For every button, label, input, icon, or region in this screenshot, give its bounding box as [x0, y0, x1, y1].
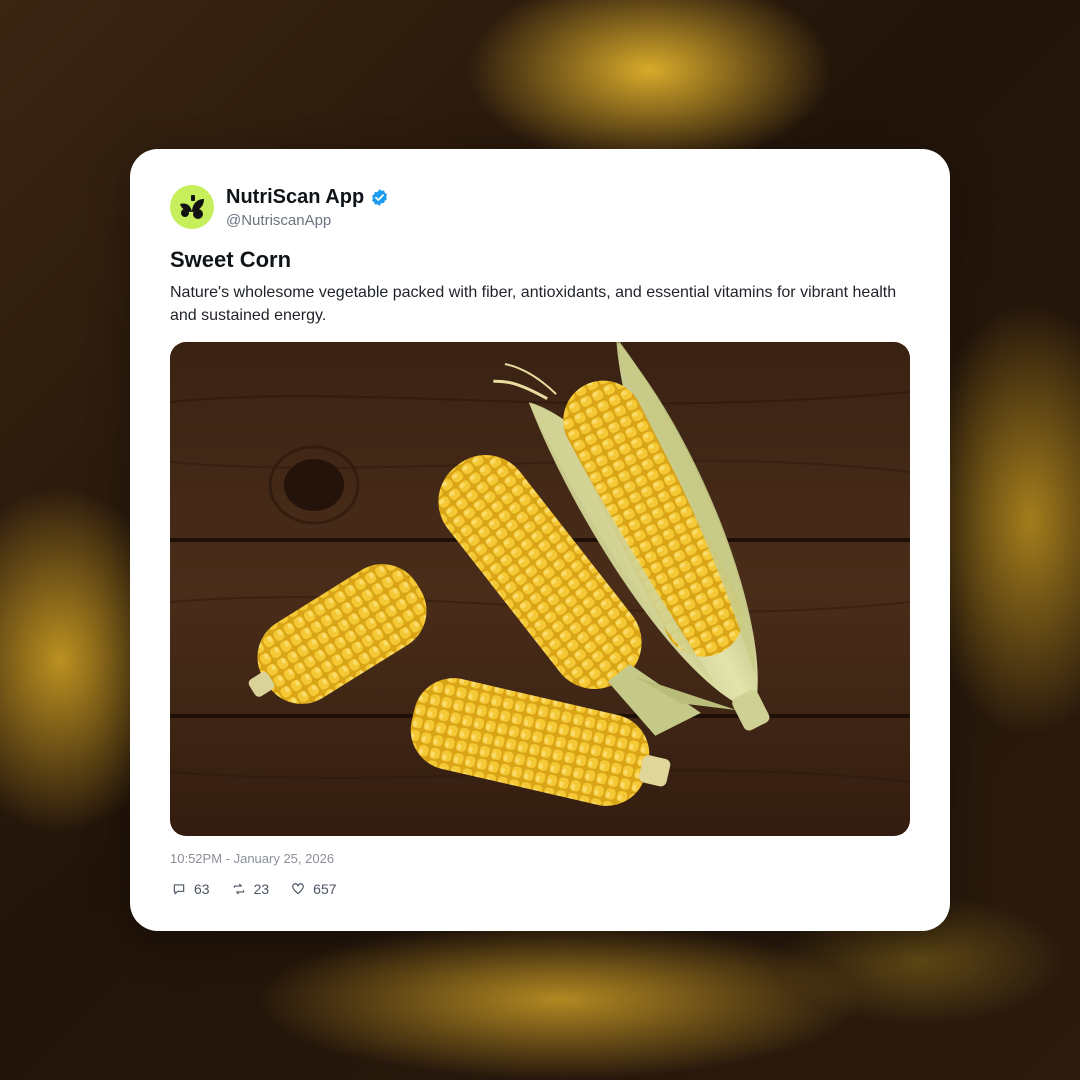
comment-icon — [173, 884, 185, 895]
repost-count: 23 — [253, 881, 270, 897]
like-count: 657 — [313, 881, 337, 897]
post-timestamp[interactable]: 10:52PM - January 25, 2026 — [170, 851, 334, 866]
name-row: NutriScan App — [226, 186, 389, 209]
post-title: Sweet Corn — [170, 247, 292, 272]
post-card: NutriScan App @NutriscanApp Sweet Corn N… — [130, 149, 950, 931]
heart-icon — [292, 883, 304, 895]
post-image[interactable] — [170, 342, 910, 836]
post-description: Nature's wholesome vegetable packed with… — [170, 284, 897, 324]
handle[interactable]: @NutriscanApp — [226, 212, 389, 229]
avatar[interactable] — [170, 185, 214, 229]
reply-count: 63 — [194, 881, 210, 897]
reply-button[interactable]: 63 — [172, 881, 210, 897]
engagement-bar: 63 23 657 — [172, 881, 359, 897]
post-header: NutriScan App @NutriscanApp — [170, 185, 389, 229]
display-name[interactable]: NutriScan App — [226, 186, 364, 209]
nutriscan-logo-icon — [180, 195, 204, 219]
repost-button[interactable]: 23 — [232, 881, 270, 897]
verified-badge-icon — [370, 188, 389, 207]
repost-icon — [233, 883, 244, 895]
corn-photo — [170, 342, 910, 836]
author-info: NutriScan App @NutriscanApp — [226, 186, 389, 229]
like-button[interactable]: 657 — [291, 881, 337, 897]
